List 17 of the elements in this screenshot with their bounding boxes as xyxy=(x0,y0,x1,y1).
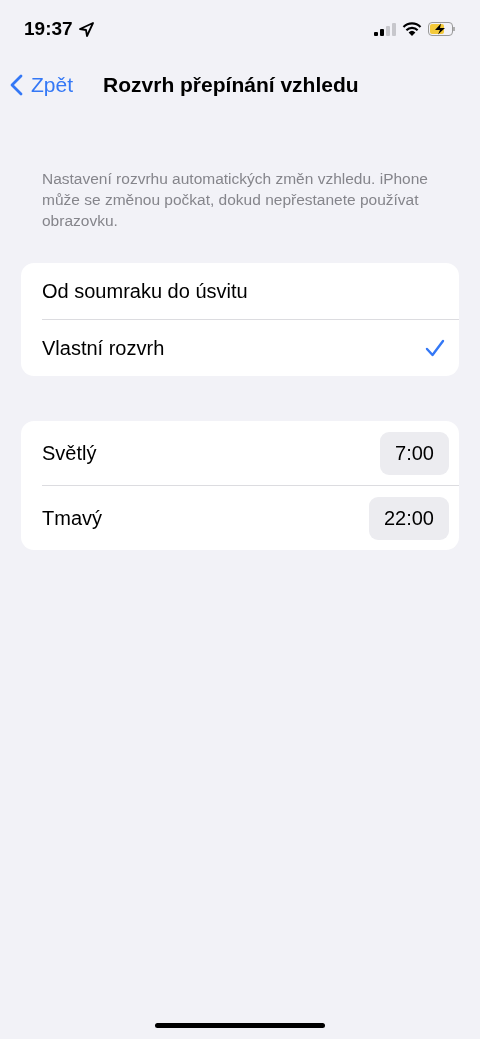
back-button[interactable]: Zpět xyxy=(10,73,74,97)
option-label: Vlastní rozvrh xyxy=(42,336,166,360)
description-text: Nastavení rozvrhu automatických změn vzhledu. iPhone může se změnou počkat, dokud nepřestanete používat obrazovku. xyxy=(41,169,429,231)
location-arrow-icon xyxy=(78,21,94,37)
page-title: Rozvrh přepínání vzhledu xyxy=(103,73,359,97)
option-row[interactable]: Od soumraku do úsvitu xyxy=(42,263,459,320)
chevron-left-icon xyxy=(10,74,23,96)
time-label: Tmavý xyxy=(42,506,103,530)
time-picker-button[interactable]: 22:00 xyxy=(368,496,449,540)
clock-time: 19:37 xyxy=(24,18,73,40)
wifi-icon xyxy=(402,22,422,36)
battery-charging-icon xyxy=(428,22,456,36)
option-label: Od soumraku do úsvitu xyxy=(42,279,249,303)
time-label: Světlý xyxy=(42,441,98,465)
time-picker-button[interactable]: 7:00 xyxy=(380,431,449,475)
signal-icon xyxy=(374,22,396,36)
option-row[interactable]: Vlastní rozvrh xyxy=(42,320,459,376)
